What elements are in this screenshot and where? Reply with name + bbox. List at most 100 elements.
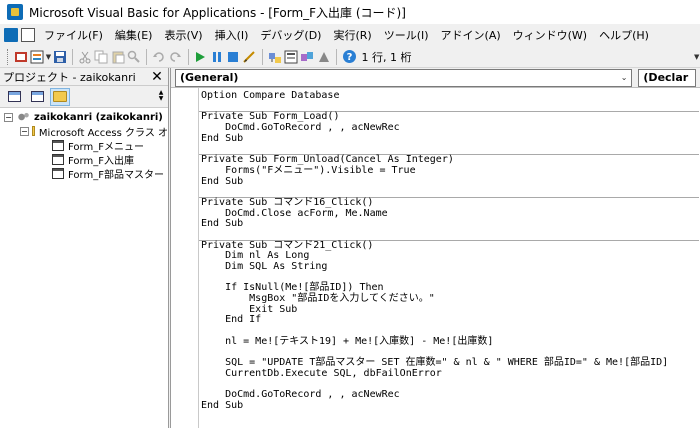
insert-dropdown-caret[interactable]: ▼ xyxy=(45,48,51,66)
design-mode-icon[interactable] xyxy=(242,48,256,66)
code-line: Option Compare Database xyxy=(201,90,340,101)
procedure-dropdown[interactable]: (Declar xyxy=(638,68,696,87)
view-object-icon xyxy=(30,91,44,102)
code-line: DoCmd.GoToRecord , , acNewRec xyxy=(201,122,400,134)
view-object-button[interactable] xyxy=(27,88,47,106)
object-browser-icon[interactable] xyxy=(300,48,314,66)
insert-module-icon[interactable] xyxy=(30,48,44,66)
find-icon[interactable] xyxy=(127,48,141,66)
reset-icon[interactable] xyxy=(226,48,240,66)
vba-app-icon xyxy=(7,4,23,20)
project-tree: − zaikokanri (zaikokanri) − Microsoft Ac… xyxy=(0,108,168,181)
code-line: End Sub xyxy=(201,132,244,144)
toolbar-separator xyxy=(146,48,147,65)
tree-item-form[interactable]: Form_F部品マスター xyxy=(0,166,168,181)
tree-item-label: Form_F部品マスター xyxy=(68,169,164,181)
close-icon[interactable]: ✕ xyxy=(149,69,165,85)
view-access-icon[interactable] xyxy=(14,48,28,66)
procedure-dropdown-value: (Declar xyxy=(643,71,689,84)
window-title: Microsoft Visual Basic for Applications … xyxy=(29,5,406,20)
toolbox-icon[interactable] xyxy=(316,48,330,66)
toolbar-separator xyxy=(187,48,189,65)
menu-help[interactable]: ヘルプ(H) xyxy=(593,25,655,45)
code-line: End If xyxy=(201,314,262,326)
undo-icon[interactable] xyxy=(152,48,166,66)
tree-item-label: Form_F入出庫 xyxy=(68,155,134,167)
form-icon xyxy=(52,153,64,165)
code-line: Private Sub コマンド16_Click() xyxy=(201,196,374,208)
menu-addins[interactable]: アドイン(A) xyxy=(435,25,507,45)
project-explorer-title: プロジェクト - zaikokanri xyxy=(3,70,136,84)
toolbar-separator xyxy=(71,48,73,65)
object-dropdown[interactable]: (General) ⌄ xyxy=(175,68,633,87)
code-line: DoCmd.GoToRecord , , acNewRec xyxy=(201,389,400,401)
document-menu-icon[interactable] xyxy=(21,28,35,42)
tree-item-form[interactable]: Form_F入出庫 xyxy=(0,152,168,167)
code-line: End Sub xyxy=(201,218,244,230)
project-explorer: プロジェクト - zaikokanri ✕ ▲ ▼ − zaikokanri (z… xyxy=(0,68,169,428)
tree-item-class-folder[interactable]: − Microsoft Access クラス オ xyxy=(0,124,168,139)
code-line: End Sub xyxy=(201,399,244,411)
menu-window[interactable]: ウィンドウ(W) xyxy=(507,25,593,45)
menu-tools[interactable]: ツール(I) xyxy=(378,25,435,45)
tree-item-label: zaikokanri (zaikokanri) xyxy=(34,111,163,123)
project-icon xyxy=(16,111,30,123)
toolbar-scroll-arrows[interactable]: ▲ ▼ xyxy=(156,88,166,104)
tree-item-label: Form_Fメニュー xyxy=(68,141,144,153)
collapse-icon[interactable]: − xyxy=(20,126,29,136)
menu-edit[interactable]: 編集(E) xyxy=(109,25,159,45)
project-explorer-toolbar: ▲ ▼ xyxy=(0,86,168,108)
code-dropdown-bar: (General) ⌄ (Declar xyxy=(171,68,700,88)
folder-icon xyxy=(31,126,35,136)
code-line: Dim SQL As String xyxy=(201,261,328,272)
project-explorer-titlebar: プロジェクト - zaikokanri ✕ xyxy=(0,68,168,86)
properties-window-icon[interactable] xyxy=(284,48,298,66)
standard-toolbar: ▼ ? 1 行, 1 桁 ▼ xyxy=(0,46,700,68)
toolbar-grip[interactable] xyxy=(7,48,10,65)
menu-file[interactable]: ファイル(F) xyxy=(38,25,109,45)
form-icon xyxy=(52,167,64,179)
folder-icon xyxy=(53,91,67,102)
toolbar-separator xyxy=(261,48,263,65)
project-explorer-icon[interactable] xyxy=(267,48,281,66)
break-icon[interactable] xyxy=(210,48,224,66)
view-code-icon xyxy=(7,91,21,102)
tree-item-form[interactable]: Form_Fメニュー xyxy=(0,138,168,153)
redo-icon[interactable] xyxy=(168,48,182,66)
code-line: DoCmd.Close acForm, Me.Name xyxy=(201,207,388,219)
toolbar-separator xyxy=(335,48,337,65)
code-line: End Sub xyxy=(201,175,244,187)
code-line: Exit Sub xyxy=(201,303,298,315)
menu-view[interactable]: 表示(V) xyxy=(158,25,208,45)
form-icon xyxy=(52,139,64,151)
code-line: CurrentDb.Execute SQL, dbFailOnError xyxy=(201,367,442,379)
menu-bar: ファイル(F) 編集(E) 表示(V) 挿入(I) デバッグ(D) 実行(R) … xyxy=(0,24,700,46)
run-icon[interactable] xyxy=(193,48,207,66)
svg-text:?: ? xyxy=(346,52,352,63)
toggle-folders-button[interactable] xyxy=(50,87,70,106)
vba-menu-icon[interactable] xyxy=(4,28,18,42)
tree-item-project[interactable]: − zaikokanri (zaikokanri) xyxy=(0,110,168,124)
view-code-button[interactable] xyxy=(4,88,24,106)
code-text[interactable]: Option Compare Database Private Sub Form_… xyxy=(199,90,699,412)
tree-item-label: Microsoft Access クラス オ xyxy=(38,127,168,139)
code-window: (General) ⌄ (Declar Option Compare Datab… xyxy=(170,68,700,428)
code-line: nl = Me![テキスト19] + Me![入庫数] - Me![出庫数] xyxy=(201,335,494,347)
collapse-icon[interactable]: − xyxy=(4,112,13,122)
help-icon[interactable]: ? xyxy=(342,48,357,66)
menu-insert[interactable]: 挿入(I) xyxy=(209,25,255,45)
chevron-down-icon[interactable]: ⌄ xyxy=(621,73,628,82)
code-editor[interactable]: Option Compare Database Private Sub Form_… xyxy=(171,88,700,428)
paste-icon[interactable] xyxy=(110,48,125,66)
cursor-position: 1 行, 1 桁 xyxy=(361,50,412,64)
save-icon[interactable] xyxy=(53,48,67,66)
copy-icon[interactable] xyxy=(94,48,108,66)
title-bar: Microsoft Visual Basic for Applications … xyxy=(0,0,700,24)
object-dropdown-value: (General) xyxy=(180,71,239,84)
margin-indicator-bar[interactable] xyxy=(171,88,199,428)
menu-debug[interactable]: デバッグ(D) xyxy=(254,25,327,45)
code-line: Forms("Fメニュー").Visible = True xyxy=(201,164,416,176)
menu-run[interactable]: 実行(R) xyxy=(327,25,377,45)
cut-icon[interactable] xyxy=(78,48,92,66)
toolbar-options-caret[interactable]: ▼ xyxy=(694,48,700,66)
